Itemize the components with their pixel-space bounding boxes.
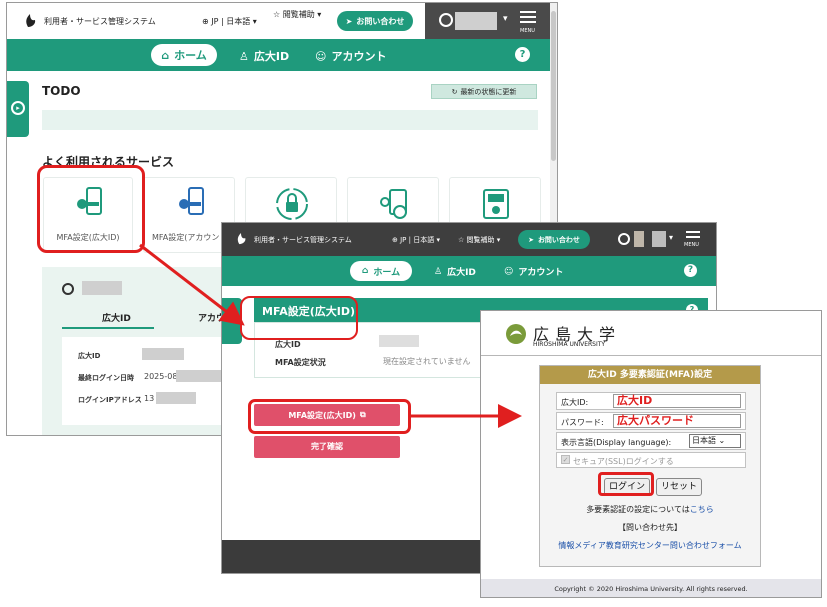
flow-arrows: [139, 243, 522, 428]
arrow-to-mfa-page: [139, 243, 245, 326]
